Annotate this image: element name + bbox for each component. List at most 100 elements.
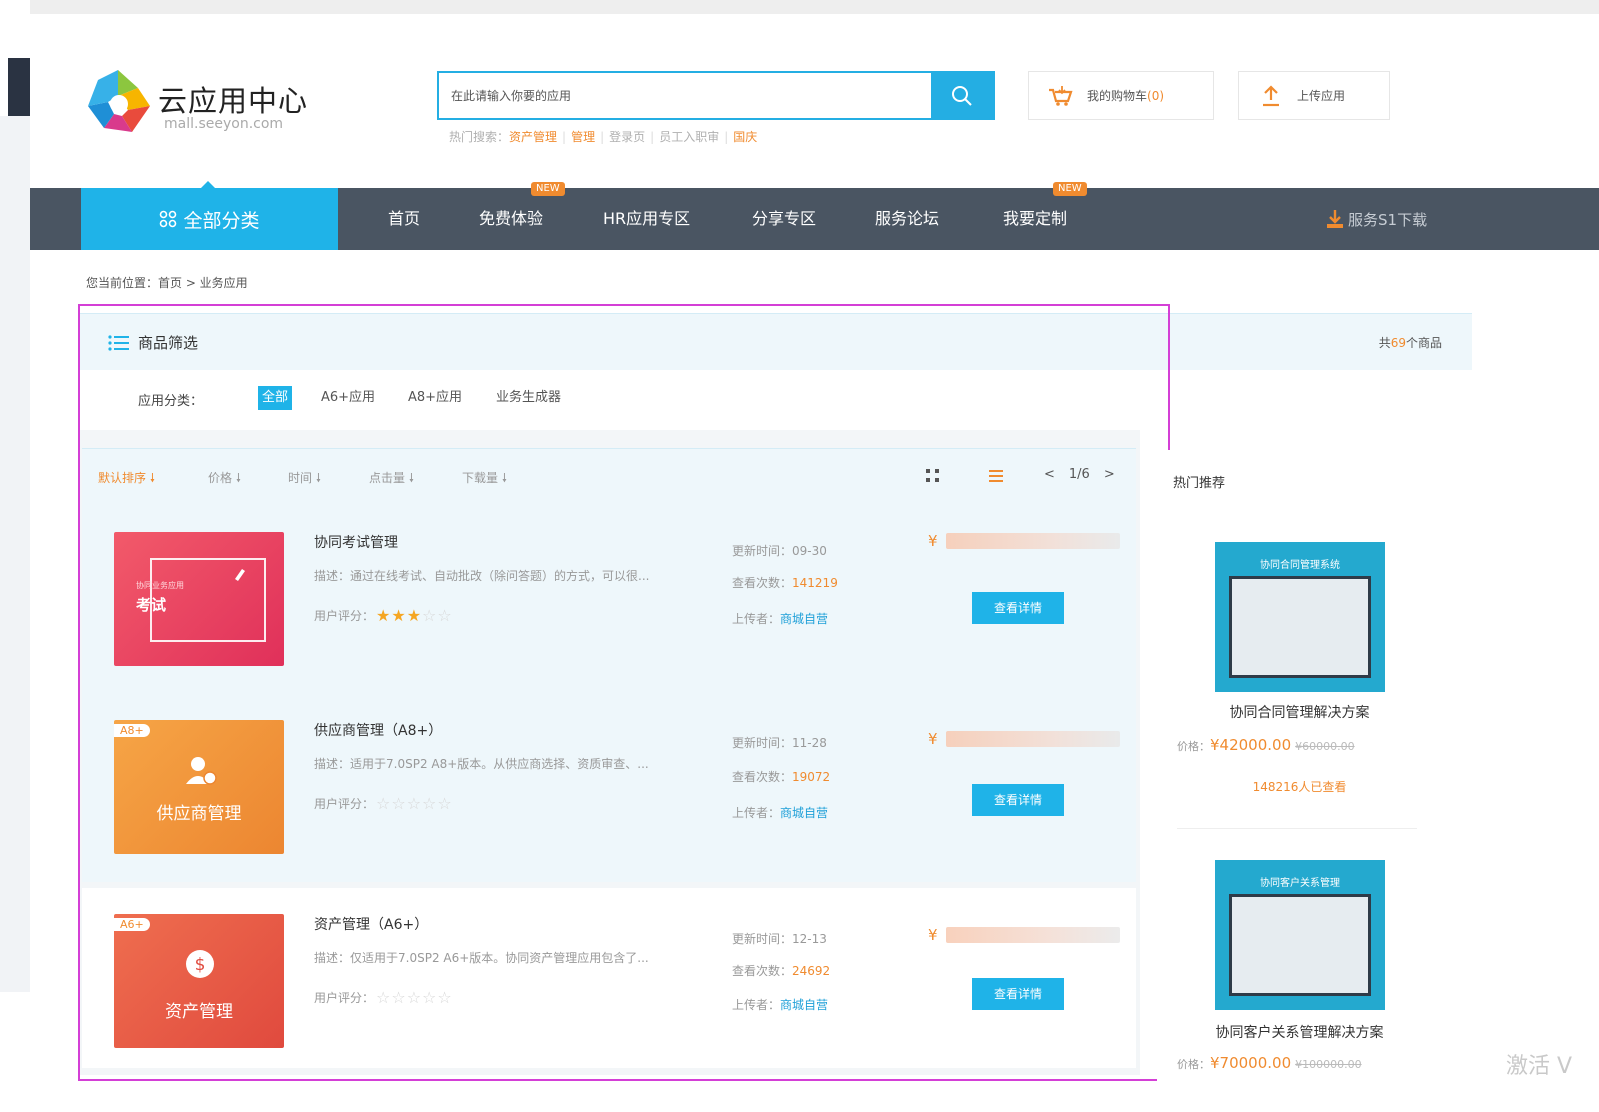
laptop-screen xyxy=(1229,576,1371,678)
uploader-value[interactable]: 商城自营 xyxy=(780,612,828,626)
sort-label: 时间 xyxy=(288,471,313,485)
list-icon xyxy=(108,334,129,351)
chip-all[interactable]: 全部 xyxy=(258,386,293,410)
view-details-button[interactable]: 查看详情 xyxy=(972,592,1064,624)
hot-term[interactable]: 国庆 xyxy=(733,130,757,144)
chip-generator[interactable]: 业务生成器 xyxy=(492,386,565,410)
hot-item-name[interactable]: 协同合同管理解决方案 xyxy=(1157,702,1442,722)
rating-label: 用户评分： xyxy=(314,797,375,811)
nav-download[interactable]: 服务S1下载 xyxy=(1326,188,1427,250)
search-input[interactable] xyxy=(439,73,929,118)
price-symbol: ¥ xyxy=(928,532,938,550)
price-label: 价格： xyxy=(1177,740,1210,753)
cart-button[interactable]: 我的购物车 (0) xyxy=(1028,71,1214,120)
uploader-value[interactable]: 商城自营 xyxy=(780,806,828,820)
hot-term[interactable]: 资产管理 xyxy=(509,130,557,144)
nav-item-free-trial[interactable]: 免费体验 NEW xyxy=(479,182,565,250)
sort-bar: 默认排序 🠗 价格 🠗 时间 🠗 点击量 🠗 下载量 🠗 < 1/6 > xyxy=(82,448,1136,506)
grid-view-icon[interactable] xyxy=(924,467,942,485)
hot-item-image[interactable]: 协同客户关系管理 xyxy=(1215,860,1385,1010)
price-original: ¥60000.00 xyxy=(1295,740,1355,753)
views-label: 查看次数： xyxy=(732,964,793,978)
hot-term[interactable]: 管理 xyxy=(571,130,595,144)
nav-item-home[interactable]: 首页 xyxy=(388,188,420,250)
breadcrumb: 您当前位置：首页 > 业务应用 xyxy=(86,276,248,290)
product-update: 更新时间：09-30 xyxy=(732,542,827,559)
cart-count: (0) xyxy=(1147,88,1165,103)
update-label: 更新时间： xyxy=(732,736,793,750)
divider xyxy=(1177,828,1417,829)
nav-item-custom[interactable]: 我要定制 NEW xyxy=(1003,182,1087,250)
chip-a8[interactable]: A8+应用 xyxy=(404,386,466,410)
nav-all-categories[interactable]: 全部分类 xyxy=(81,181,338,250)
price-label: 价格： xyxy=(1177,1058,1210,1071)
uploader-value[interactable]: 商城自营 xyxy=(780,998,828,1012)
chip-a6[interactable]: A6+应用 xyxy=(317,386,379,410)
product-price: ¥ xyxy=(928,530,1120,552)
upload-button[interactable]: 上传应用 xyxy=(1238,71,1390,120)
sort-label: 价格 xyxy=(208,471,233,485)
price-current: ¥42000.00 xyxy=(1210,736,1292,754)
page-prev-button[interactable]: < xyxy=(1044,467,1055,482)
views-value: 19072 xyxy=(792,770,831,784)
star-rating-icon: ☆☆☆☆☆ xyxy=(376,794,453,813)
arrow-down-icon: 🠗 xyxy=(408,471,414,485)
hot-item-price: 价格：¥42000.00 ¥60000.00 xyxy=(1177,736,1442,754)
hot-item-name[interactable]: 协同客户关系管理解决方案 xyxy=(1157,1022,1442,1042)
product-uploader: 上传者：商城自营 xyxy=(732,996,828,1013)
category-filter: 应用分类： 全部 A6+应用 A8+应用 业务生成器 xyxy=(80,370,1472,427)
sort-price[interactable]: 价格 🠗 xyxy=(208,469,241,490)
price-redacted xyxy=(945,731,1120,747)
sort-time[interactable]: 时间 🠗 xyxy=(288,469,321,490)
hot-term[interactable]: 员工入职审 xyxy=(659,130,719,144)
product-thumbnail[interactable]: A8+ 供应商管理 xyxy=(114,720,284,854)
product-name[interactable]: 协同考试管理 xyxy=(314,532,398,552)
brand-title[interactable]: 云应用中心 xyxy=(158,78,308,120)
star-rating-icon: ☆☆☆☆☆ xyxy=(376,988,453,1007)
update-label: 更新时间： xyxy=(732,932,793,946)
nav-item-share[interactable]: 分享专区 xyxy=(752,188,816,250)
view-details-button[interactable]: 查看详情 xyxy=(972,784,1064,816)
search-button[interactable] xyxy=(931,73,993,118)
laptop-screen xyxy=(1229,894,1371,996)
product-name[interactable]: 供应商管理（A8+） xyxy=(314,720,442,740)
arrow-down-icon: 🠗 xyxy=(501,471,507,485)
sort-downloads[interactable]: 下载量 🠗 xyxy=(462,469,507,490)
sort-label: 默认排序 xyxy=(98,471,147,485)
user-icon xyxy=(186,757,217,785)
sort-default[interactable]: 默认排序 🠗 xyxy=(98,469,155,490)
product-desc: 描述：通过在线考试、自动批改（除问答题）的方式，可以很... xyxy=(314,569,650,583)
rating-label: 用户评分： xyxy=(314,991,375,1005)
total-prefix: 共 xyxy=(1378,336,1391,350)
price-symbol: ¥ xyxy=(928,730,938,748)
filter-title: 商品筛选 xyxy=(108,332,198,353)
sort-clicks[interactable]: 点击量 🠗 xyxy=(369,469,414,490)
dollar-coin-icon: $ xyxy=(186,950,214,978)
thumb-frame xyxy=(150,558,266,642)
hot-search: 热门搜索：资产管理 | 管理 | 登录页 | 员工入职审 | 国庆 xyxy=(449,130,758,144)
product-thumbnail[interactable]: 协同业务应用 考试 xyxy=(114,532,284,666)
product-rating: 用户评分： ☆☆☆☆☆ xyxy=(314,988,453,1007)
view-details-button[interactable]: 查看详情 xyxy=(972,978,1064,1010)
total-suffix: 个商品 xyxy=(1405,336,1442,350)
product-update: 更新时间：11-28 xyxy=(732,734,827,751)
download-icon xyxy=(1327,210,1343,228)
hot-term[interactable]: 登录页 xyxy=(609,130,645,144)
page-next-button[interactable]: > xyxy=(1104,467,1115,482)
nav-item-hr[interactable]: HR应用专区 xyxy=(603,188,690,250)
nav-download-label: 服务S1下载 xyxy=(1348,210,1428,229)
brand-logo-icon[interactable] xyxy=(82,66,154,138)
product-name[interactable]: 资产管理（A6+） xyxy=(314,914,428,934)
search-box xyxy=(437,71,995,120)
product-uploader: 上传者：商城自营 xyxy=(732,804,828,821)
hot-item-price: 价格：¥70000.00 ¥100000.00 xyxy=(1177,1054,1442,1072)
product-views: 查看次数：24692 xyxy=(732,962,830,979)
nav-item-forum[interactable]: 服务论坛 xyxy=(875,188,939,250)
side-tab[interactable] xyxy=(8,58,30,116)
update-label: 更新时间： xyxy=(732,544,793,558)
list-view-icon[interactable] xyxy=(987,467,1005,485)
arrow-down-icon: 🠗 xyxy=(235,471,241,485)
hot-item-image[interactable]: 协同合同管理系统 xyxy=(1215,542,1385,692)
product-rating: 用户评分： ★★★☆☆ xyxy=(314,606,453,625)
product-thumbnail[interactable]: A6+ $ 资产管理 xyxy=(114,914,284,1048)
